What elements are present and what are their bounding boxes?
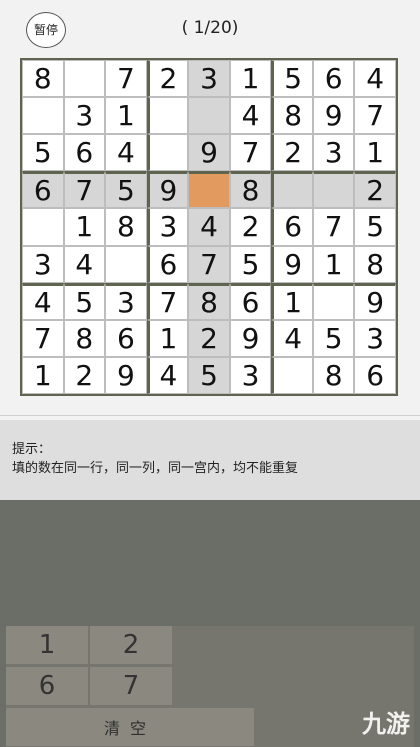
- sudoku-cell[interactable]: 7: [354, 97, 396, 135]
- sudoku-cell[interactable]: 1: [146, 319, 189, 357]
- sudoku-cell[interactable]: 6: [229, 282, 272, 320]
- sudoku-cell[interactable]: [22, 97, 64, 135]
- sudoku-cell[interactable]: 5: [312, 319, 355, 357]
- sudoku-grid: 8723156431489756497231675982183426753467…: [22, 60, 396, 394]
- sudoku-cell[interactable]: [312, 171, 355, 209]
- sudoku-cell[interactable]: 3: [105, 282, 147, 320]
- sudoku-cell[interactable]: 6: [63, 134, 106, 172]
- sudoku-cell[interactable]: 3: [22, 245, 64, 283]
- sudoku-cell[interactable]: 5: [22, 134, 64, 172]
- key-7-button[interactable]: 7: [90, 667, 172, 705]
- sudoku-cell[interactable]: 1: [271, 282, 313, 320]
- sudoku-cell[interactable]: 4: [188, 208, 230, 246]
- sudoku-cell[interactable]: 5: [271, 60, 313, 98]
- sudoku-cell[interactable]: 3: [229, 356, 272, 394]
- sudoku-cell[interactable]: 8: [271, 97, 313, 135]
- sudoku-cell[interactable]: 2: [354, 171, 396, 209]
- sudoku-cell[interactable]: 7: [188, 245, 230, 283]
- sudoku-cell[interactable]: 8: [188, 282, 230, 320]
- sudoku-cell[interactable]: 9: [271, 245, 313, 283]
- sudoku-cell[interactable]: 6: [312, 60, 355, 98]
- watermark-logo: 九游: [362, 710, 410, 738]
- sudoku-cell[interactable]: 6: [354, 356, 396, 394]
- sudoku-cell[interactable]: 3: [312, 134, 355, 172]
- sudoku-cell[interactable]: 2: [63, 356, 106, 394]
- sudoku-cell[interactable]: [63, 60, 106, 98]
- hint-title: 提示：: [12, 442, 52, 457]
- sudoku-cell[interactable]: [188, 171, 230, 209]
- sudoku-cell[interactable]: 5: [188, 356, 230, 394]
- sudoku-cell[interactable]: 6: [271, 208, 313, 246]
- key-6-button[interactable]: 6: [6, 667, 88, 705]
- top-bar: 暂停 ( 1/20): [0, 0, 420, 60]
- sudoku-cell[interactable]: 1: [354, 134, 396, 172]
- sudoku-cell[interactable]: 6: [22, 171, 64, 209]
- sudoku-cell[interactable]: 2: [271, 134, 313, 172]
- sudoku-cell[interactable]: 4: [146, 356, 189, 394]
- sudoku-cell[interactable]: [271, 356, 313, 394]
- sudoku-cell[interactable]: 9: [146, 171, 189, 209]
- sudoku-cell[interactable]: 3: [354, 319, 396, 357]
- sudoku-cell[interactable]: 3: [188, 60, 230, 98]
- sudoku-cell[interactable]: 8: [63, 319, 106, 357]
- sudoku-cell[interactable]: 4: [22, 282, 64, 320]
- sudoku-cell[interactable]: 9: [105, 356, 147, 394]
- key-2-button[interactable]: 2: [90, 626, 172, 664]
- sudoku-cell[interactable]: 1: [22, 356, 64, 394]
- sudoku-cell[interactable]: 9: [312, 97, 355, 135]
- sudoku-cell[interactable]: 2: [146, 60, 189, 98]
- sudoku-cell[interactable]: [271, 171, 313, 209]
- sudoku-cell[interactable]: 1: [105, 97, 147, 135]
- sudoku-cell[interactable]: 8: [22, 60, 64, 98]
- sudoku-cell[interactable]: 9: [354, 282, 396, 320]
- sudoku-board: 8723156431489756497231675982183426753467…: [20, 58, 398, 396]
- level-progress: ( 1/20): [181, 18, 239, 38]
- hint-text: 填的数在同一行，同一列，同一宫内，均不能重复: [12, 461, 299, 476]
- sudoku-cell[interactable]: 1: [312, 245, 355, 283]
- sudoku-cell[interactable]: 8: [354, 245, 396, 283]
- sudoku-cell[interactable]: 7: [229, 134, 272, 172]
- sudoku-cell[interactable]: 3: [146, 208, 189, 246]
- sudoku-cell[interactable]: [188, 97, 230, 135]
- sudoku-cell[interactable]: 7: [63, 171, 106, 209]
- sudoku-cell[interactable]: [105, 245, 147, 283]
- sudoku-cell[interactable]: 4: [271, 319, 313, 357]
- sudoku-cell[interactable]: [146, 134, 189, 172]
- sudoku-cell[interactable]: 2: [188, 319, 230, 357]
- number-keypad: 1 2 6 7 清空: [6, 626, 414, 747]
- sudoku-cell[interactable]: 8: [105, 208, 147, 246]
- sudoku-cell[interactable]: 1: [229, 60, 272, 98]
- key-1-button[interactable]: 1: [6, 626, 88, 664]
- sudoku-cell[interactable]: 4: [63, 245, 106, 283]
- sudoku-cell[interactable]: 1: [63, 208, 106, 246]
- sudoku-cell[interactable]: 5: [105, 171, 147, 209]
- sudoku-cell[interactable]: 4: [229, 97, 272, 135]
- hint-panel: 提示： 填的数在同一行，同一列，同一宫内，均不能重复: [0, 420, 420, 500]
- sudoku-cell[interactable]: 4: [105, 134, 147, 172]
- sudoku-cell[interactable]: 7: [22, 319, 64, 357]
- clear-button[interactable]: 清空: [6, 708, 254, 746]
- sudoku-cell[interactable]: 2: [229, 208, 272, 246]
- sudoku-cell[interactable]: 8: [312, 356, 355, 394]
- sudoku-cell[interactable]: 7: [312, 208, 355, 246]
- sudoku-cell[interactable]: 8: [229, 171, 272, 209]
- sudoku-cell[interactable]: 6: [146, 245, 189, 283]
- sudoku-cell[interactable]: 7: [146, 282, 189, 320]
- sudoku-cell[interactable]: [146, 97, 189, 135]
- sudoku-cell[interactable]: 7: [105, 60, 147, 98]
- sudoku-cell[interactable]: 4: [354, 60, 396, 98]
- sudoku-cell[interactable]: 5: [229, 245, 272, 283]
- sudoku-cell[interactable]: 5: [354, 208, 396, 246]
- sudoku-cell[interactable]: 5: [63, 282, 106, 320]
- sudoku-cell[interactable]: 3: [63, 97, 106, 135]
- sudoku-cell[interactable]: 9: [229, 319, 272, 357]
- sudoku-cell[interactable]: [22, 208, 64, 246]
- sudoku-cell[interactable]: 9: [188, 134, 230, 172]
- sudoku-cell[interactable]: [312, 282, 355, 320]
- sudoku-cell[interactable]: 6: [105, 319, 147, 357]
